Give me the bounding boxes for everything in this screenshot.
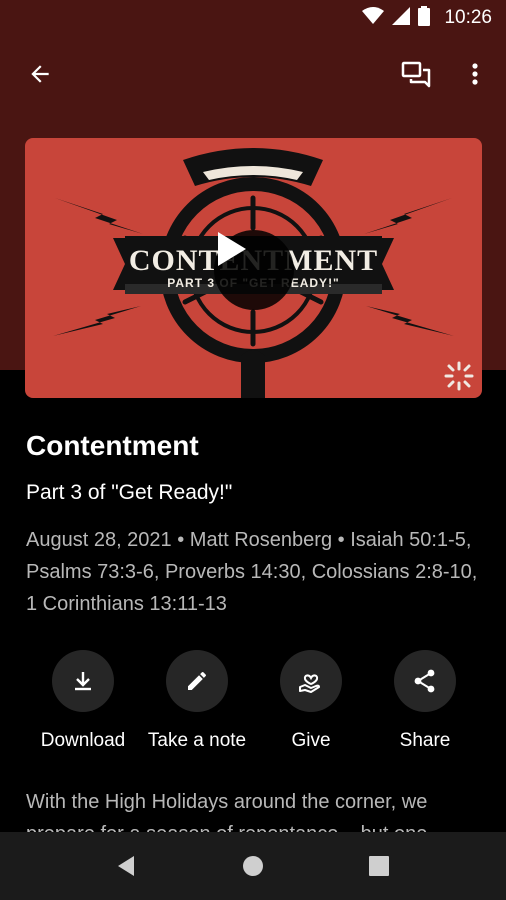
- give-button[interactable]: Give: [251, 650, 371, 752]
- signal-icon: [392, 6, 411, 30]
- battery-icon: [418, 5, 431, 31]
- download-circle: [52, 650, 114, 712]
- download-icon: [75, 672, 91, 691]
- app-bar: [0, 42, 506, 106]
- nav-recents-button[interactable]: [359, 850, 399, 882]
- chat-icon: [401, 61, 431, 88]
- more-vert-icon: [472, 63, 478, 85]
- chat-button[interactable]: [396, 56, 436, 92]
- status-bar: 10:26: [0, 0, 506, 36]
- play-button[interactable]: [214, 230, 294, 310]
- nav-home-icon: [243, 856, 263, 876]
- take-a-note-button[interactable]: Take a note: [137, 650, 257, 752]
- give-label: Give: [291, 730, 331, 751]
- fullscreen-icon: [444, 361, 474, 391]
- sermon-title: Contentment: [26, 430, 199, 461]
- sermon-description: With the High Holidays around the corner…: [26, 791, 428, 834]
- back-button[interactable]: [20, 56, 60, 92]
- sermon-subtitle: Part 3 of "Get Ready!": [26, 481, 233, 504]
- more-options-button[interactable]: [460, 56, 490, 92]
- action-row: Download Take a note Give Share: [0, 650, 506, 760]
- nav-back-icon: [118, 856, 134, 876]
- give-heart-icon: [299, 674, 320, 693]
- give-circle: [280, 650, 342, 712]
- share-button[interactable]: Share: [365, 650, 485, 752]
- fullscreen-button[interactable]: [443, 360, 475, 392]
- sermon-artwork[interactable]: CONTENTMENT PART 3 OF "GET READY!": [25, 138, 482, 398]
- system-nav-bar: [0, 832, 506, 900]
- sermon-meta: August 28, 2021 • Matt Rosenberg • Isaia…: [26, 529, 478, 615]
- note-circle: [166, 650, 228, 712]
- share-label: Share: [399, 730, 451, 751]
- nav-back-button[interactable]: [106, 850, 146, 882]
- status-time: 10:26: [444, 7, 492, 28]
- arrow-back-icon: [31, 65, 49, 83]
- nav-recents-icon: [369, 856, 389, 876]
- wifi-icon: [362, 6, 385, 30]
- play-icon: [218, 232, 246, 266]
- take-a-note-label: Take a note: [147, 730, 247, 751]
- download-button[interactable]: Download: [23, 650, 143, 752]
- pencil-icon: [188, 671, 207, 690]
- share-circle: [394, 650, 456, 712]
- nav-home-button[interactable]: [233, 850, 273, 882]
- share-icon: [414, 669, 435, 693]
- download-label: Download: [40, 730, 126, 751]
